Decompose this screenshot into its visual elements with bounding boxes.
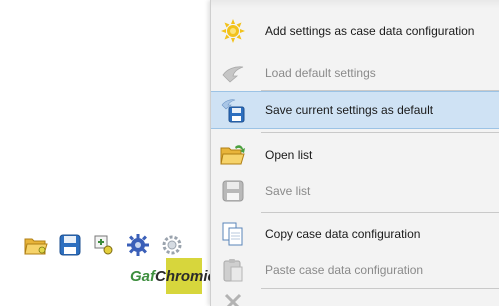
menu-item-paste-config[interactable]: Paste case data configuration — [211, 251, 499, 289]
save-default-icon — [211, 91, 255, 129]
gear-icon[interactable] — [158, 231, 186, 259]
logo-text-part1: Gaf — [130, 268, 156, 285]
menu-item-partial[interactable] — [211, 292, 499, 306]
save-icon[interactable] — [56, 231, 84, 259]
menu-item-label: Add settings as case data configuration — [265, 24, 475, 38]
menu-item-add-settings[interactable]: Add settings as case data configuration — [211, 12, 499, 50]
menu-item-label: Paste case data configuration — [265, 263, 424, 277]
add-config-icon[interactable] — [90, 231, 118, 259]
menu-item-save-default[interactable]: Save current settings as default — [211, 91, 499, 129]
menu-item-load-default[interactable]: Load default settings — [211, 54, 499, 92]
menu-item-copy-config[interactable]: Copy case data configuration — [211, 215, 499, 253]
menu-item-label: Save list — [265, 184, 311, 198]
menu-top-edge — [211, 0, 499, 8]
context-menu: Add settings as case data configuration … — [210, 0, 499, 306]
menu-item-label: Save current settings as default — [265, 103, 434, 117]
copy-icon — [211, 215, 255, 253]
menu-item-label: Load default settings — [265, 66, 376, 80]
logo-text: GafChromic — [130, 268, 216, 285]
menu-separator — [261, 132, 499, 133]
logo-text-part2: Chromic — [155, 268, 216, 285]
menu-separator — [261, 212, 499, 213]
settings-gear-icon[interactable] — [124, 231, 152, 259]
sun-settings-icon — [211, 12, 255, 50]
menu-separator — [261, 288, 499, 289]
open-folder-icon[interactable] — [22, 231, 50, 259]
menu-item-label: Copy case data configuration — [265, 227, 421, 241]
arrow-left-icon — [211, 54, 255, 92]
menu-item-open-list[interactable]: Open list — [211, 136, 499, 174]
save-icon — [211, 172, 255, 210]
delete-icon — [211, 292, 255, 306]
paste-icon — [211, 251, 255, 289]
menu-item-save-list[interactable]: Save list — [211, 172, 499, 210]
open-folder-icon — [211, 136, 255, 174]
menu-item-label: Open list — [265, 148, 313, 162]
gafchromic-logo: GafChromic — [120, 258, 216, 306]
